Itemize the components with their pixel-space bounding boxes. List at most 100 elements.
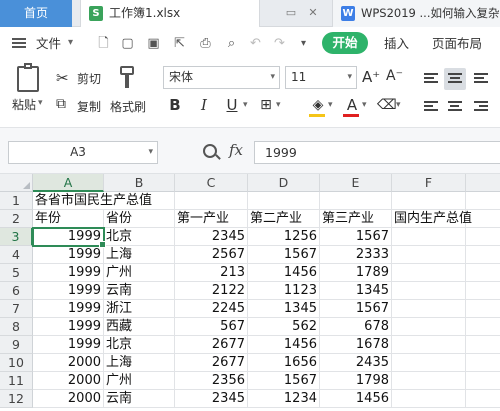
data-cell[interactable]: 北京 bbox=[104, 228, 175, 246]
data-cell[interactable]: 1345 bbox=[248, 300, 320, 318]
row-header[interactable]: 11 bbox=[0, 372, 33, 390]
grid-cell[interactable] bbox=[392, 300, 466, 318]
data-cell[interactable]: 1456 bbox=[320, 390, 392, 408]
row-header[interactable]: 5 bbox=[0, 264, 33, 282]
data-cell[interactable]: 1456 bbox=[248, 264, 320, 282]
column-header[interactable]: C bbox=[175, 174, 248, 192]
undo-icon[interactable]: ↶ bbox=[248, 36, 263, 51]
monitor-icon[interactable]: ▭ bbox=[284, 6, 298, 20]
align-top-icon[interactable] bbox=[420, 68, 442, 90]
shrink-font-icon[interactable]: A⁻ bbox=[386, 68, 403, 84]
data-cell[interactable]: 2567 bbox=[175, 246, 248, 264]
data-cell[interactable]: 1567 bbox=[320, 300, 392, 318]
data-cell[interactable]: 1789 bbox=[320, 264, 392, 282]
data-cell[interactable]: 2345 bbox=[175, 228, 248, 246]
grid-cell[interactable] bbox=[320, 192, 392, 210]
grid-cell[interactable] bbox=[392, 336, 466, 354]
data-cell[interactable]: 1999 bbox=[33, 246, 104, 264]
row-header[interactable]: 1 bbox=[0, 192, 33, 210]
spreadsheet-grid[interactable]: A B C D E F 1 2 3 4 5 6 7 8 9 10 11 12 各省市国民生产总值 年份 省份 第一产业 第二… bbox=[0, 174, 500, 411]
clear-format-icon[interactable]: ⌫ bbox=[377, 96, 397, 114]
column-header[interactable]: B bbox=[104, 174, 175, 192]
data-cell[interactable]: 上海 bbox=[104, 354, 175, 372]
data-cell[interactable]: 西藏 bbox=[104, 318, 175, 336]
column-title-cell[interactable]: 年份 bbox=[33, 210, 104, 228]
redo-icon[interactable]: ↷ bbox=[272, 36, 287, 51]
data-cell[interactable]: 2435 bbox=[320, 354, 392, 372]
data-cell[interactable]: 北京 bbox=[104, 336, 175, 354]
print-preview-icon[interactable]: ⌕ bbox=[224, 36, 239, 51]
data-cell[interactable]: 云南 bbox=[104, 282, 175, 300]
row-header[interactable]: 8 bbox=[0, 318, 33, 336]
sheet-title-cell[interactable]: 各省市国民生产总值 bbox=[33, 192, 175, 210]
row-header[interactable]: 2 bbox=[0, 210, 33, 228]
data-cell[interactable]: 1678 bbox=[320, 336, 392, 354]
grid-cell[interactable] bbox=[466, 264, 500, 282]
align-middle-icon[interactable] bbox=[444, 68, 466, 90]
italic-button[interactable]: I bbox=[195, 96, 213, 114]
font-size-select[interactable]: 11 ▾ bbox=[285, 66, 357, 89]
data-cell[interactable]: 浙江 bbox=[104, 300, 175, 318]
column-header[interactable]: D bbox=[248, 174, 320, 192]
zoom-icon[interactable] bbox=[203, 144, 217, 158]
align-bottom-icon[interactable] bbox=[470, 68, 492, 90]
grid-cell[interactable] bbox=[392, 390, 466, 408]
data-cell[interactable]: 1456 bbox=[248, 336, 320, 354]
grid-cell[interactable] bbox=[466, 282, 500, 300]
data-cell[interactable]: 2356 bbox=[175, 372, 248, 390]
paste-button[interactable]: 粘贴 bbox=[12, 96, 36, 113]
data-cell[interactable]: 562 bbox=[248, 318, 320, 336]
grid-cell[interactable] bbox=[392, 354, 466, 372]
row-header[interactable]: 7 bbox=[0, 300, 33, 318]
data-cell[interactable]: 1999 bbox=[33, 282, 104, 300]
grid-cell[interactable] bbox=[466, 192, 500, 210]
align-right-icon[interactable] bbox=[470, 96, 492, 118]
column-header[interactable]: F bbox=[392, 174, 466, 192]
grid-cell[interactable] bbox=[466, 246, 500, 264]
data-cell[interactable]: 广州 bbox=[104, 372, 175, 390]
save-icon[interactable]: ▣ bbox=[146, 36, 161, 51]
data-cell[interactable]: 上海 bbox=[104, 246, 175, 264]
grid-cell[interactable] bbox=[466, 354, 500, 372]
clear-format-dropdown-icon[interactable]: ▾ bbox=[396, 100, 401, 110]
scissors-icon[interactable]: ✂ bbox=[56, 69, 69, 87]
bold-button[interactable]: B bbox=[166, 96, 184, 114]
grid-cell[interactable] bbox=[466, 390, 500, 408]
close-tab-icon[interactable]: ✕ bbox=[306, 6, 320, 20]
name-box[interactable]: A3 ▾ bbox=[8, 141, 158, 164]
row-header[interactable]: 9 bbox=[0, 336, 33, 354]
grid-cell[interactable] bbox=[392, 192, 466, 210]
grid-cell[interactable] bbox=[392, 246, 466, 264]
fill-color-icon[interactable]: ◈ bbox=[309, 96, 327, 114]
font-color-button[interactable]: A bbox=[343, 96, 361, 114]
column-title-cell[interactable]: 国内生产总值 bbox=[392, 210, 472, 228]
data-cell[interactable]: 1999 bbox=[33, 264, 104, 282]
grid-cell[interactable] bbox=[466, 300, 500, 318]
insert-tab[interactable]: 插入 bbox=[384, 27, 409, 60]
workbook-tab[interactable]: S 工作簿1.xlsx bbox=[80, 0, 260, 27]
underline-button[interactable]: U bbox=[223, 96, 241, 114]
paste-icon[interactable] bbox=[17, 63, 39, 92]
borders-dropdown-icon[interactable]: ▾ bbox=[276, 100, 281, 110]
borders-icon[interactable]: ⊞ bbox=[257, 96, 275, 114]
grid-cell[interactable] bbox=[392, 282, 466, 300]
export-icon[interactable]: ⇱ bbox=[172, 36, 187, 51]
row-header[interactable]: 4 bbox=[0, 246, 33, 264]
data-cell[interactable]: 567 bbox=[175, 318, 248, 336]
data-cell[interactable]: 2333 bbox=[320, 246, 392, 264]
start-tab[interactable]: 开始 bbox=[322, 32, 368, 54]
font-name-select[interactable]: 宋体 ▾ bbox=[163, 66, 280, 89]
paste-dropdown-icon[interactable]: ▾ bbox=[38, 98, 43, 108]
row-header[interactable]: 10 bbox=[0, 354, 33, 372]
data-cell[interactable]: 1999 bbox=[33, 318, 104, 336]
print-icon[interactable]: ⎙ bbox=[198, 36, 213, 51]
grid-cell[interactable] bbox=[466, 336, 500, 354]
align-center-icon[interactable] bbox=[444, 96, 466, 118]
data-cell[interactable]: 1656 bbox=[248, 354, 320, 372]
select-all-corner[interactable] bbox=[0, 174, 33, 192]
row-header[interactable]: 12 bbox=[0, 390, 33, 408]
grid-cell[interactable] bbox=[392, 228, 466, 246]
grid-cell[interactable] bbox=[466, 318, 500, 336]
file-menu[interactable]: 文件 bbox=[36, 27, 61, 60]
data-cell[interactable]: 2677 bbox=[175, 336, 248, 354]
